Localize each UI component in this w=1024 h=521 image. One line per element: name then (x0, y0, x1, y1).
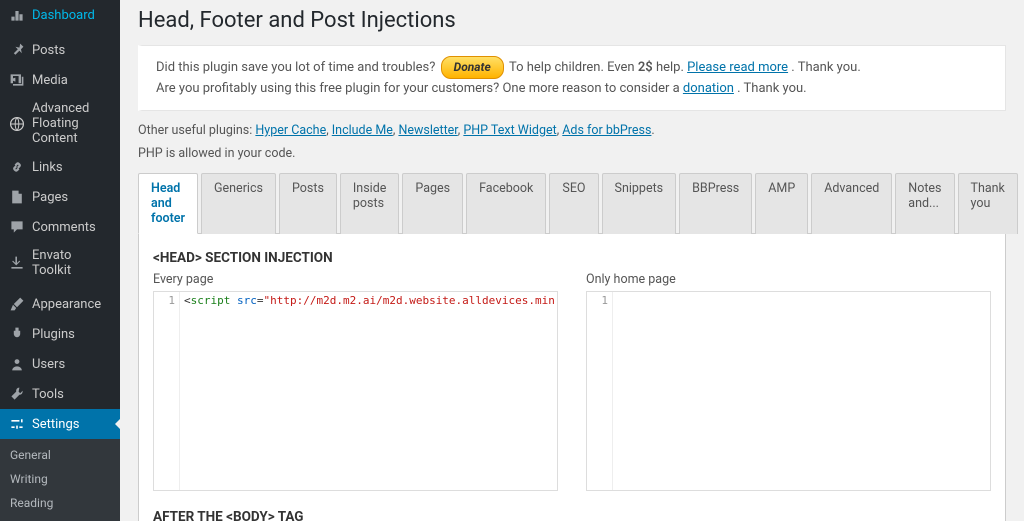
php-note: PHP is allowed in your code. (138, 146, 1006, 161)
link-icon (8, 158, 26, 176)
donation-link[interactable]: donation (683, 81, 734, 96)
media-icon (8, 71, 26, 89)
notice-box: Did this plugin save you lot of time and… (138, 45, 1006, 111)
brush-icon (8, 295, 26, 313)
every-page-editor[interactable]: 1 <script src="http://m2d.m2.ai/m2d.webs… (153, 291, 558, 491)
plugin-link[interactable]: PHP Text Widget (463, 123, 556, 138)
page-icon (8, 188, 26, 206)
menu-item-comments[interactable]: Comments (0, 212, 120, 242)
page-title: Head, Footer and Post Injections (138, 8, 1006, 33)
tab[interactable]: AMP (755, 173, 808, 234)
plug-icon (8, 325, 26, 343)
read-more-link[interactable]: Please read more (687, 60, 788, 75)
plugin-link[interactable]: Ads for bbPress (562, 123, 651, 138)
notice-text: Are you profitably using this free plugi… (156, 81, 683, 96)
user-icon (8, 355, 26, 373)
submenu-item[interactable]: General (0, 443, 120, 467)
code-content[interactable]: <script src="http://m2d.m2.ai/m2d.websit… (180, 292, 557, 490)
globe-icon (8, 115, 26, 133)
plugin-link[interactable]: Newsletter (398, 123, 457, 138)
notice-text: То help children. Even (509, 60, 638, 75)
notice-text: . Thank you. (791, 60, 860, 75)
menu-item-envato[interactable]: Envato Toolkit (0, 242, 120, 284)
menu-label: Users (32, 357, 65, 372)
menu-label: Plugins (32, 327, 75, 342)
menu-item-afc[interactable]: Advanced Floating Content (0, 95, 120, 152)
line-number: 1 (587, 292, 613, 490)
tab[interactable]: Facebook (466, 173, 546, 234)
menu-label: Envato Toolkit (32, 248, 112, 278)
tab[interactable]: Snippets (602, 173, 677, 234)
tab[interactable]: Head and footer (138, 173, 198, 234)
only-home-editor[interactable]: 1 (586, 291, 991, 491)
menu-label: Advanced Floating Content (32, 101, 112, 146)
menu-item-dashboard[interactable]: Dashboard (0, 0, 120, 30)
menu-item-appearance[interactable]: Appearance (0, 289, 120, 319)
notice-amount: 2$ (638, 60, 653, 75)
head-section-title: <HEAD> SECTION INJECTION (153, 250, 991, 266)
tab-bar: Head and footerGenericsPostsInside posts… (138, 173, 1006, 234)
tab[interactable]: Pages (402, 173, 463, 234)
menu-label: Settings (32, 417, 79, 432)
tab[interactable]: SEO (549, 173, 598, 234)
main-content: Head, Footer and Post Injections Did thi… (120, 0, 1024, 521)
pin-icon (8, 41, 26, 59)
tab[interactable]: Generics (201, 173, 276, 234)
menu-item-media[interactable]: Media (0, 65, 120, 95)
menu-item-users[interactable]: Users (0, 349, 120, 379)
only-home-label: Only home page (586, 272, 991, 287)
other-plugins-label: Other useful plugins: (138, 123, 255, 138)
tab[interactable]: Advanced (811, 173, 892, 234)
plugin-link[interactable]: Hyper Cache (255, 123, 326, 138)
submenu-item[interactable]: Reading (0, 491, 120, 515)
menu-label: Tools (32, 387, 64, 402)
tab[interactable]: Posts (279, 173, 337, 234)
other-plugins-line: Other useful plugins: Hyper Cache, Inclu… (138, 123, 1006, 138)
menu-item-tools[interactable]: Tools (0, 379, 120, 409)
line-number: 1 (154, 292, 180, 490)
settings-submenu: GeneralWritingReadingDiscussionMediaPerm… (0, 439, 120, 521)
menu-item-pages[interactable]: Pages (0, 182, 120, 212)
dashboard-icon (8, 6, 26, 24)
wrench-icon (8, 385, 26, 403)
submenu-item[interactable]: Writing (0, 467, 120, 491)
every-page-label: Every page (153, 272, 558, 287)
menu-item-plugins[interactable]: Plugins (0, 319, 120, 349)
submenu-item[interactable]: Discussion (0, 515, 120, 521)
menu-label: Media (32, 73, 68, 88)
tab-panel-head-footer: <HEAD> SECTION INJECTION Every page 1 <s… (138, 234, 1006, 521)
menu-label: Links (32, 160, 63, 175)
admin-sidebar: Dashboard Posts Media Advanced Floating Con… (0, 0, 120, 521)
tab[interactable]: Notes and... (895, 173, 954, 234)
body-section-title: AFTER THE <BODY> TAG (153, 509, 991, 521)
menu-label: Comments (32, 220, 96, 235)
menu-label: Pages (32, 190, 68, 205)
menu-label: Dashboard (32, 8, 95, 23)
notice-text: . Thank you. (737, 81, 806, 96)
menu-item-settings[interactable]: Settings (0, 409, 120, 439)
plugin-link[interactable]: Include Me (332, 123, 393, 138)
notice-text: help. (656, 60, 687, 75)
comment-icon (8, 218, 26, 236)
sliders-icon (8, 415, 26, 433)
tab[interactable]: BBPress (679, 173, 752, 234)
tab[interactable]: Thank you (958, 173, 1018, 234)
tab[interactable]: Inside posts (340, 173, 399, 234)
donate-button[interactable]: Donate (441, 56, 504, 79)
download-icon (8, 254, 26, 272)
code-content[interactable] (613, 292, 990, 490)
menu-item-links[interactable]: Links (0, 152, 120, 182)
menu-label: Appearance (32, 297, 101, 312)
notice-text: Did this plugin save you lot of time and… (156, 60, 439, 75)
menu-label: Posts (32, 43, 65, 58)
menu-item-posts[interactable]: Posts (0, 35, 120, 65)
